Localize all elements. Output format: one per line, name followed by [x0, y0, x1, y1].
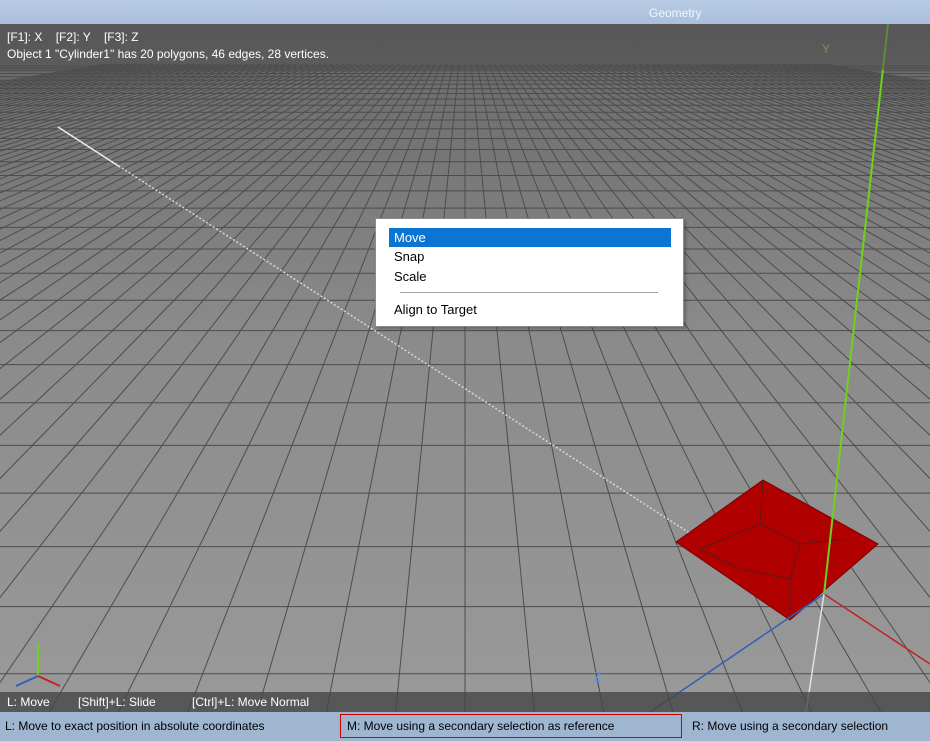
status-right: R: Move using a secondary selection	[692, 719, 889, 733]
key-y: [F2]: Y	[55, 30, 91, 44]
guide-axis-start	[57, 126, 121, 168]
scene-canvas[interactable]	[0, 24, 930, 719]
y-axis-line	[823, 24, 889, 595]
hint-slide: [Shift]+L: Slide	[78, 695, 156, 709]
viewport-hud: [F1]: X [F2]: Y [F3]: Z Object 1 "Cylind…	[0, 24, 930, 70]
menu-separator	[400, 292, 658, 293]
status-bar: L: Move to exact position in absolute co…	[0, 712, 930, 741]
menu-item-snap[interactable]: Snap	[389, 247, 671, 266]
gizmo-z	[15, 675, 39, 687]
gizmo-x	[37, 675, 61, 687]
menu-item-move[interactable]: Move	[389, 228, 671, 247]
cylinder-object[interactable]	[675, 479, 879, 621]
hint-move-normal: [Ctrl]+L: Move Normal	[192, 695, 310, 709]
axis-keys: [F1]: X [F2]: Y [F3]: Z	[7, 30, 139, 44]
context-menu: Move Snap Scale Align to Target	[375, 218, 684, 327]
menu-item-align-to-target[interactable]: Align to Target	[389, 300, 671, 319]
ground-grid	[0, 63, 930, 719]
key-z: [F3]: Z	[103, 30, 139, 44]
title-bar: Geometry	[0, 0, 930, 24]
status-middle: M: Move using a secondary selection as r…	[347, 719, 615, 733]
object-info: Object 1 "Cylinder1" has 20 polygons, 46…	[7, 47, 330, 61]
mouse-hint-bar: L: Move [Shift]+L: Slide [Ctrl]+L: Move …	[0, 692, 930, 712]
window-title: Geometry	[649, 6, 702, 20]
hint-move: L: Move	[7, 695, 50, 709]
status-left: L: Move to exact position in absolute co…	[5, 719, 265, 733]
menu-item-scale[interactable]: Scale	[389, 267, 671, 286]
key-x: [F1]: X	[7, 30, 43, 44]
3d-viewport[interactable]: Y Z	[0, 24, 930, 719]
z-axis-label: Z	[594, 670, 602, 684]
